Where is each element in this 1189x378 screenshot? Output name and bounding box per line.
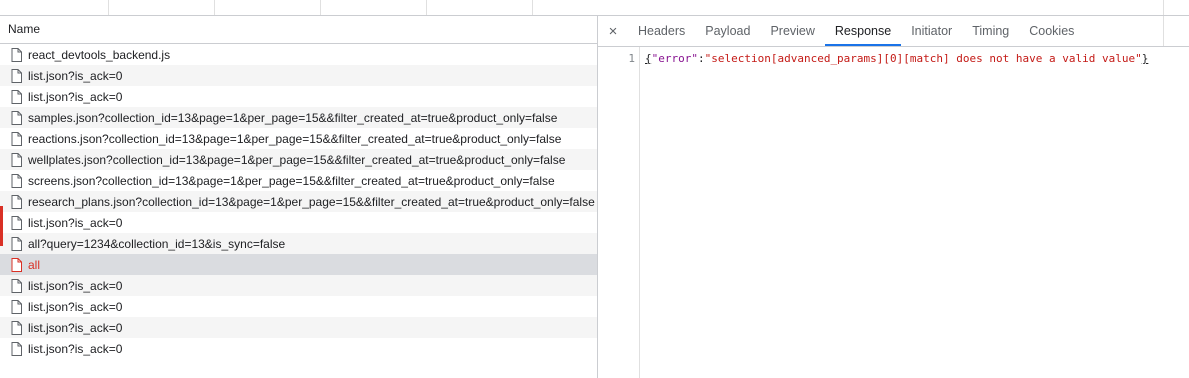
json-key: "error" (651, 52, 698, 65)
waterfall-tick (108, 0, 109, 15)
file-icon (11, 299, 22, 314)
tabbar-divider (1163, 16, 1164, 46)
file-icon (11, 236, 22, 251)
request-name: all (28, 257, 41, 272)
request-name: list.json?is_ack=0 (28, 215, 123, 230)
tab-response[interactable]: Response (824, 16, 902, 46)
request-details-panel: × Headers Payload Preview Response Initiator… (598, 16, 1189, 378)
waterfall-tick (214, 0, 215, 15)
file-icon (11, 278, 22, 293)
request-name: list.json?is_ack=0 (28, 320, 123, 335)
request-row[interactable]: reactions.json?collection_id=13&page=1&p… (0, 128, 597, 149)
waterfall-tick (532, 0, 533, 15)
error-marker (0, 206, 3, 246)
file-icon (11, 89, 22, 104)
request-row[interactable]: list.json?is_ack=0 (0, 296, 597, 317)
json-colon: : (697, 52, 705, 65)
tab-payload[interactable]: Payload (695, 16, 760, 46)
request-row[interactable]: all?query=1234&collection_id=13&is_sync=… (0, 233, 597, 254)
request-row[interactable]: all (0, 254, 597, 275)
request-name: list.json?is_ack=0 (28, 299, 123, 314)
request-row[interactable]: list.json?is_ack=0 (0, 86, 597, 107)
request-row[interactable]: list.json?is_ack=0 (0, 275, 597, 296)
tab-cookies[interactable]: Cookies (1019, 16, 1084, 46)
request-row[interactable]: list.json?is_ack=0 (0, 317, 597, 338)
file-icon (11, 47, 22, 62)
tab-headers[interactable]: Headers (628, 16, 695, 46)
request-row[interactable]: list.json?is_ack=0 (0, 338, 597, 359)
file-icon (11, 320, 22, 335)
request-row[interactable]: react_devtools_backend.js (0, 44, 597, 65)
file-icon (11, 194, 22, 209)
name-column-header[interactable]: Name (0, 16, 597, 44)
open-brace: { (645, 52, 652, 65)
request-row[interactable]: screens.json?collection_id=13&page=1&per… (0, 170, 597, 191)
file-icon (11, 110, 22, 125)
file-icon (11, 341, 22, 356)
request-row[interactable]: wellplates.json?collection_id=13&page=1&… (0, 149, 597, 170)
file-icon (11, 131, 22, 146)
request-name: wellplates.json?collection_id=13&page=1&… (28, 152, 566, 167)
details-tabbar: × Headers Payload Preview Response Initiator… (598, 16, 1189, 47)
file-icon (11, 215, 22, 230)
waterfall-strip (0, 0, 1189, 16)
response-viewer[interactable]: 1 {"error":"selection[advanced_params][0… (598, 47, 1189, 378)
file-icon (11, 257, 22, 272)
request-name: screens.json?collection_id=13&page=1&per… (28, 173, 555, 188)
request-row[interactable]: research_plans.json?collection_id=13&pag… (0, 191, 597, 212)
close-brace: } (1141, 52, 1149, 65)
request-name: list.json?is_ack=0 (28, 68, 123, 83)
request-rows: react_devtools_backend.js list.json?is_ac… (0, 44, 597, 359)
waterfall-tick (1163, 0, 1164, 15)
tab-timing[interactable]: Timing (962, 16, 1019, 46)
response-code[interactable]: {"error":"selection[advanced_params][0][… (645, 52, 1148, 65)
request-list-panel: Name react_devtools_backend.js list.json?… (0, 16, 598, 378)
waterfall-tick (426, 0, 427, 15)
request-name: list.json?is_ack=0 (28, 89, 123, 104)
request-row[interactable]: list.json?is_ack=0 (0, 212, 597, 233)
file-icon (11, 152, 22, 167)
request-name: reactions.json?collection_id=13&page=1&p… (28, 131, 562, 146)
line-number: 1 (628, 52, 635, 65)
file-icon (11, 173, 22, 188)
waterfall-tick (320, 0, 321, 15)
details-tabs: Headers Payload Preview Response Initiator Ti… (628, 16, 1084, 46)
file-icon (11, 68, 22, 83)
request-row[interactable]: list.json?is_ack=0 (0, 65, 597, 86)
close-icon[interactable]: × (598, 23, 628, 40)
tab-initiator[interactable]: Initiator (901, 16, 962, 46)
line-gutter: 1 (598, 47, 640, 378)
request-name: all?query=1234&collection_id=13&is_sync=… (28, 236, 286, 251)
request-row[interactable]: samples.json?collection_id=13&page=1&per… (0, 107, 597, 128)
request-name: list.json?is_ack=0 (28, 278, 123, 293)
request-name: react_devtools_backend.js (28, 47, 171, 62)
json-value: "selection[advanced_params][0][match] do… (704, 52, 1142, 65)
request-name: list.json?is_ack=0 (28, 341, 123, 356)
request-name: research_plans.json?collection_id=13&pag… (28, 194, 595, 209)
request-name: samples.json?collection_id=13&page=1&per… (28, 110, 558, 125)
tab-preview[interactable]: Preview (760, 16, 824, 46)
